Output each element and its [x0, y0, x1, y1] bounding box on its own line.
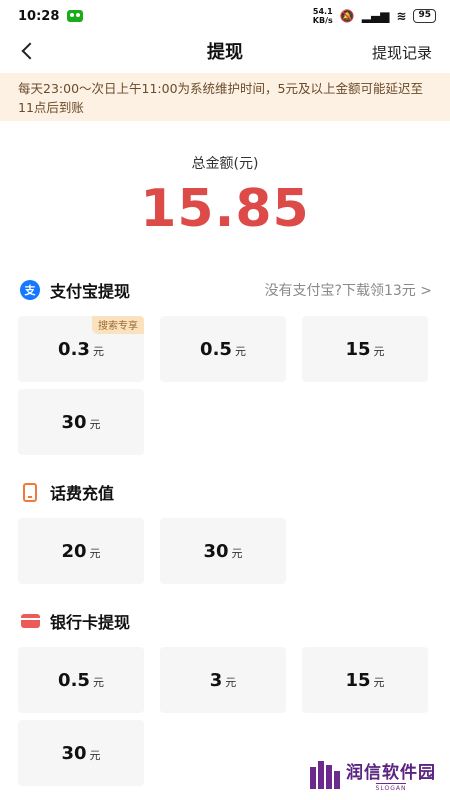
watermark-text: 润信软件园 SLOGAN: [346, 758, 436, 792]
phone-option-1[interactable]: 30 元: [160, 518, 286, 584]
phone-options: 20 元 30 元: [0, 518, 450, 584]
page-header: 提现 提现记录: [0, 32, 450, 70]
phone-title-text: 话费充值: [50, 484, 115, 503]
wechat-notification-icon: [67, 10, 84, 22]
alipay-option-0[interactable]: 搜索专享 0.3 元: [18, 316, 144, 382]
option-unit: 元: [231, 546, 243, 560]
bank-option-1[interactable]: 3 元: [160, 647, 286, 713]
option-unit: 元: [89, 748, 101, 762]
alipay-section-title: 支 支付宝提现: [20, 278, 130, 302]
option-value: 0.5: [200, 338, 232, 360]
option-unit: 元: [234, 344, 246, 358]
bank-card-icon: [20, 614, 40, 628]
bank-section-header: 银行卡提现: [0, 608, 450, 634]
option-value: 30: [61, 742, 87, 764]
option-value: 0.3: [58, 338, 90, 360]
bank-option-2[interactable]: 15 元: [302, 647, 428, 713]
back-arrow-icon: [21, 42, 39, 60]
network-speed: 54.1 KB/s: [313, 7, 333, 25]
option-value: 15: [345, 669, 371, 691]
alipay-option-3[interactable]: 30 元: [18, 389, 144, 455]
alipay-section-header: 支 支付宝提现 没有支付宝?下载领13元 >: [0, 277, 450, 303]
page-title: 提现: [207, 42, 243, 63]
site-watermark: 润信软件园 SLOGAN: [310, 758, 436, 792]
watermark-logo-icon: [310, 761, 340, 789]
battery-indicator: 95: [413, 9, 436, 23]
alipay-icon: 支: [20, 280, 40, 300]
phone-option-0[interactable]: 20 元: [18, 518, 144, 584]
network-speed-value: 54.1: [312, 7, 333, 16]
option-unit: 元: [89, 546, 101, 560]
option-unit: 元: [92, 675, 104, 689]
option-value: 3: [209, 669, 223, 691]
balance-amount: 15.85: [140, 179, 310, 239]
alipay-option-1[interactable]: 0.5 元: [160, 316, 286, 382]
option-value: 30: [61, 411, 87, 433]
maintenance-notice: 每天23:00～次日上午11:00为系统维护时间，5元及以上金额可能延迟至11点…: [0, 73, 450, 121]
phone-section-header: 话费充值: [0, 479, 450, 505]
search-exclusive-tag: 搜索专享: [92, 316, 144, 334]
status-left: 10:28: [18, 8, 84, 24]
bank-title-text: 银行卡提现: [50, 613, 131, 632]
alipay-title-text: 支付宝提现: [50, 282, 131, 301]
signal-icon: ▂▄▆: [361, 9, 390, 23]
alipay-option-2[interactable]: 15 元: [302, 316, 428, 382]
mute-icon: 🔕: [339, 9, 355, 23]
phone-icon: [23, 482, 37, 502]
bank-option-3[interactable]: 30 元: [18, 720, 144, 786]
alipay-options: 搜索专享 0.3 元 0.5 元 15 元 30 元: [0, 316, 450, 455]
option-unit: 元: [92, 344, 104, 358]
phone-section-title: 话费充值: [20, 480, 114, 504]
option-value: 20: [61, 540, 87, 562]
back-button[interactable]: [14, 37, 42, 65]
option-unit: 元: [89, 417, 101, 431]
option-value: 15: [345, 338, 371, 360]
bank-section-title: 银行卡提现: [20, 609, 130, 633]
network-speed-unit: KB/s: [312, 16, 333, 25]
watermark-name: 润信软件园: [346, 763, 436, 783]
status-time: 10:28: [18, 8, 60, 24]
withdraw-records-link[interactable]: 提现记录: [372, 42, 432, 63]
option-unit: 元: [225, 675, 237, 689]
balance-label: 总金额(元): [191, 156, 259, 172]
watermark-slogan: SLOGAN: [375, 783, 407, 792]
option-value: 0.5: [58, 669, 90, 691]
wifi-icon: ≋: [396, 9, 407, 23]
bank-card-icon-wrap: [20, 611, 40, 631]
option-value: 30: [203, 540, 229, 562]
download-alipay-link[interactable]: 没有支付宝?下载领13元 >: [265, 280, 432, 300]
option-unit: 元: [373, 344, 385, 358]
phone-icon-wrap: [20, 482, 40, 502]
status-bar: 10:28 54.1 KB/s 🔕 ▂▄▆ ≋ 95: [0, 0, 450, 32]
status-right: 54.1 KB/s 🔕 ▂▄▆ ≋ 95: [313, 7, 436, 25]
option-unit: 元: [373, 675, 385, 689]
bank-option-0[interactable]: 0.5 元: [18, 647, 144, 713]
